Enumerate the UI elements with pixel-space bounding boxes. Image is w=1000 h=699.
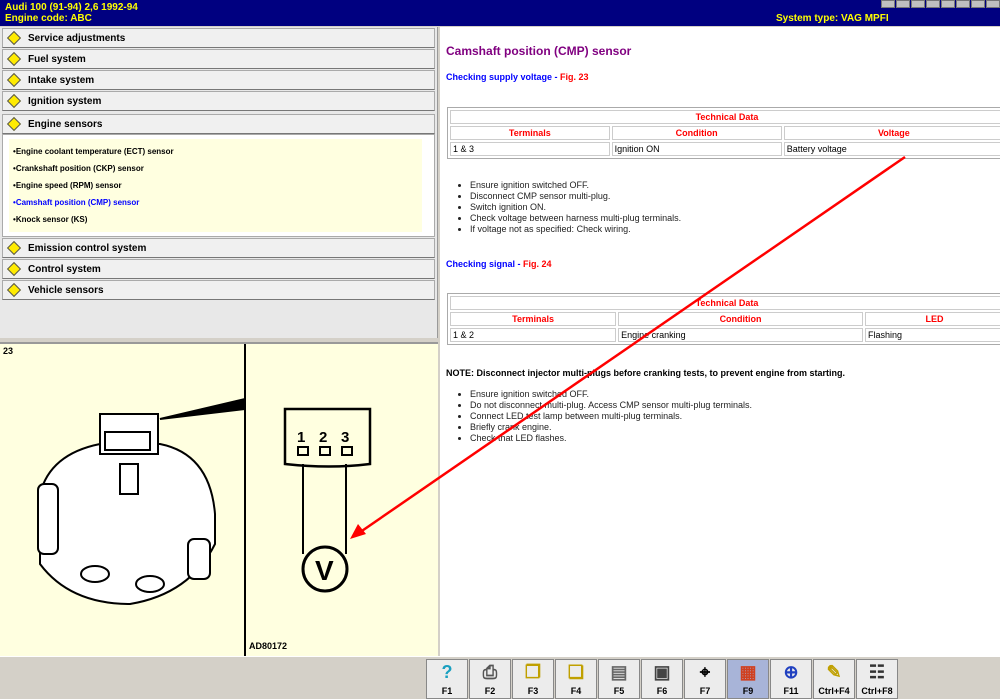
- system-menu: Service adjustments Fuel system Intake s…: [0, 27, 438, 338]
- pin-2: 2: [319, 429, 327, 446]
- tool-icon[interactable]: [911, 0, 925, 8]
- table-icon: ☷: [868, 662, 886, 682]
- key-f11[interactable]: ⊕ F11: [770, 659, 812, 699]
- tool-icon[interactable]: [941, 0, 955, 8]
- menu-intake-system[interactable]: Intake system: [2, 70, 435, 90]
- submenu-item[interactable]: Knock sensor (KS): [9, 211, 422, 228]
- key-f5[interactable]: ▤ F5: [598, 659, 640, 699]
- menu-emission-control[interactable]: Emission control system: [2, 238, 435, 258]
- page-title: Camshaft position (CMP) sensor: [446, 44, 632, 58]
- tool-icon[interactable]: [926, 0, 940, 8]
- submenu-item[interactable]: Crankshaft position (CKP) sensor: [9, 160, 422, 177]
- key-label: F4: [570, 686, 582, 696]
- key-f9[interactable]: ▦ F9: [727, 659, 769, 699]
- arrow-icon: [6, 51, 22, 67]
- arrow-icon: [6, 240, 22, 256]
- figure-link[interactable]: Fig. 24: [523, 259, 552, 269]
- arrow-icon: [6, 282, 22, 298]
- menu-service-adjustments[interactable]: Service adjustments: [2, 28, 435, 48]
- key-label: F6: [656, 686, 668, 696]
- header-bar: Audi 100 (91-94) 2,6 1992-94 Engine code…: [0, 0, 1000, 26]
- figure-link[interactable]: Fig. 23: [560, 72, 589, 82]
- voltmeter-label: V: [315, 555, 334, 586]
- figure-code: AD80172: [249, 641, 287, 651]
- menu-control-system[interactable]: Control system: [2, 259, 435, 279]
- key-label: Ctrl+F4: [818, 686, 850, 696]
- system-type: System type: VAG MPFI: [776, 13, 889, 24]
- print-icon: ⎙: [482, 662, 498, 682]
- tool-icon[interactable]: [881, 0, 895, 8]
- arrow-icon: [6, 72, 22, 88]
- key-label: F5: [613, 686, 625, 696]
- key-ctrl-f4[interactable]: ✎ Ctrl+F4: [813, 659, 855, 699]
- notes-icon: ✎: [826, 662, 842, 682]
- help-icon: ?: [441, 662, 453, 682]
- zoom-icon: ⌖: [699, 662, 711, 682]
- engine-sensors-submenu: Engine coolant temperature (ECT) sensor …: [2, 134, 435, 237]
- menu-fuel-system[interactable]: Fuel system: [2, 49, 435, 69]
- document-icon: ▤: [610, 662, 628, 682]
- vehicle-info: Audi 100 (91-94) 2,6 1992-94: [5, 2, 138, 13]
- submenu-item[interactable]: Engine coolant temperature (ECT) sensor: [9, 143, 422, 160]
- technical-data-table: Technical Data Terminals Condition LED 1 &…: [447, 293, 1000, 345]
- key-f3[interactable]: ❐ F3: [512, 659, 554, 699]
- tool-icon[interactable]: [971, 0, 985, 8]
- menu-vehicle-sensors[interactable]: Vehicle sensors: [2, 280, 435, 300]
- note-text: NOTE: Disconnect injector multi-plugs be…: [446, 368, 846, 378]
- component-icon: ▣: [653, 662, 671, 682]
- key-f2[interactable]: ⎙ F2: [469, 659, 511, 699]
- steps-list: Ensure ignition switched OFF.Do not disc…: [470, 389, 752, 444]
- function-key-bar: ? F1 ⎙ F2 ❐ F3 ❏ F4 ▤ F5 ▣ F6 ⌖ F7 ▦ F9 ⊕ F11 ✎ Ctrl+F4 ☷ Ctr…: [0, 656, 1000, 699]
- menu-engine-sensors[interactable]: Engine sensors: [2, 114, 435, 134]
- arrow-icon: [6, 30, 22, 46]
- sensor-diagram: 23 AD80172 1 2 3 V: [3, 344, 372, 656]
- window-toolbar: [881, 0, 1000, 8]
- paste-icon: ❏: [567, 662, 585, 682]
- tool-icon[interactable]: [956, 0, 970, 8]
- section-heading: Checking signal - Fig. 24: [446, 259, 552, 269]
- key-label: F2: [484, 686, 496, 696]
- submenu-item-active[interactable]: Camshaft position (CMP) sensor: [9, 194, 422, 211]
- key-label: F9: [742, 686, 754, 696]
- content-pane: Camshaft position (CMP) sensor Checking …: [440, 27, 1000, 656]
- figure-panel: 23 AD80172 1 2 3 V: [0, 342, 438, 656]
- key-f1[interactable]: ? F1: [426, 659, 468, 699]
- arrow-down-icon: [6, 116, 22, 132]
- fuse-icon: ▦: [739, 662, 757, 682]
- key-ctrl-f8[interactable]: ☷ Ctrl+F8: [856, 659, 898, 699]
- figure-number: 23: [3, 346, 13, 356]
- key-label: Ctrl+F8: [861, 686, 893, 696]
- search-wiring-icon: ⊕: [783, 662, 799, 682]
- copy-icon: ❐: [524, 662, 542, 682]
- technical-data-table: Technical Data Terminals Condition Voltage…: [447, 107, 1000, 159]
- arrow-icon: [6, 261, 22, 277]
- arrow-icon: [6, 93, 22, 109]
- key-label: F11: [783, 686, 799, 696]
- tool-icon[interactable]: [986, 0, 1000, 8]
- menu-ignition-system[interactable]: Ignition system: [2, 91, 435, 111]
- key-label: F1: [441, 686, 453, 696]
- key-f4[interactable]: ❏ F4: [555, 659, 597, 699]
- tool-icon[interactable]: [896, 0, 910, 8]
- pin-1: 1: [297, 429, 305, 446]
- submenu-item[interactable]: Engine speed (RPM) sensor: [9, 177, 422, 194]
- steps-list: Ensure ignition switched OFF.Disconnect …: [470, 180, 681, 235]
- key-f7[interactable]: ⌖ F7: [684, 659, 726, 699]
- pin-3: 3: [341, 429, 349, 446]
- section-heading: Checking supply voltage - Fig. 23: [446, 72, 589, 82]
- key-label: F7: [699, 686, 711, 696]
- key-f6[interactable]: ▣ F6: [641, 659, 683, 699]
- key-label: F3: [527, 686, 539, 696]
